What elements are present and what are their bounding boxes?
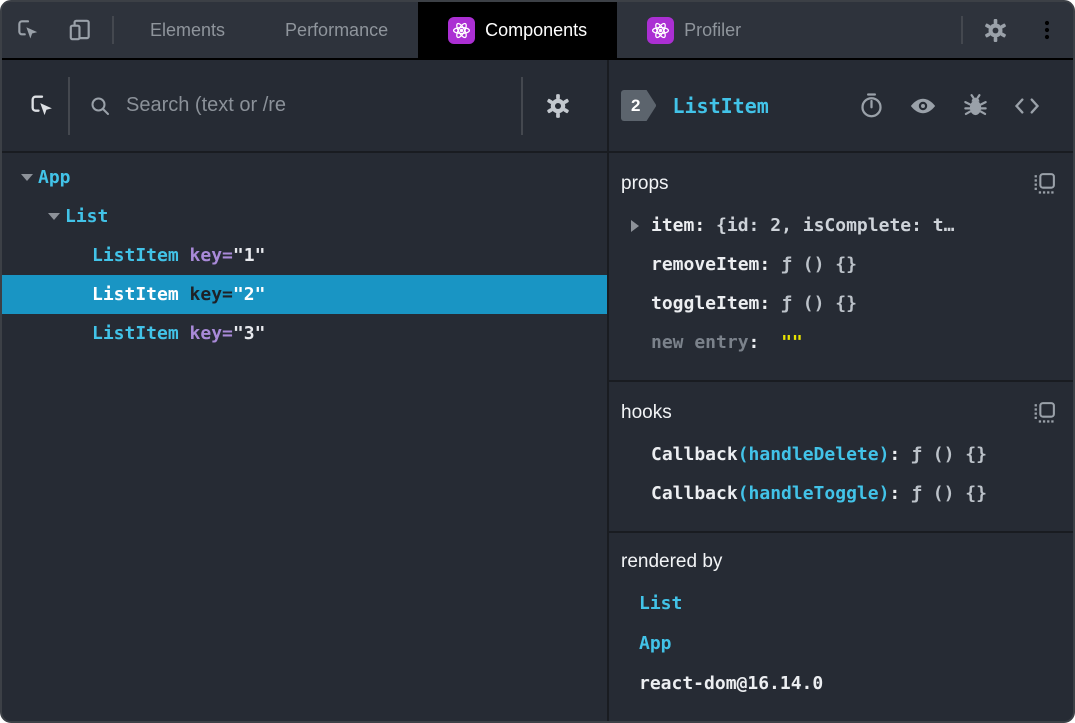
react-logo-icon — [448, 16, 476, 44]
tree-row-listitem-1[interactable]: ListItem key= "1" — [2, 236, 607, 275]
caret-down-icon[interactable] — [48, 213, 60, 220]
tree-row-list[interactable]: List — [2, 197, 607, 236]
tab-label: Performance — [285, 19, 389, 40]
kv-row[interactable]: item: {id: 2, isComplete: t… — [609, 206, 1073, 245]
kv-row[interactable]: toggleItem: ƒ () {} — [609, 284, 1073, 323]
tree-toolbar — [2, 60, 607, 153]
search-icon — [91, 97, 109, 115]
component-name: List — [65, 206, 109, 227]
copy-to-clipboard-icon[interactable] — [1032, 400, 1057, 425]
section-rendered-by: rendered by List App react-dom@16.14.0 — [609, 533, 1073, 721]
copy-to-clipboard-icon[interactable] — [1032, 171, 1057, 196]
toggle-device-toolbar-icon[interactable] — [54, 2, 106, 58]
tree-row-listitem-2[interactable]: ListItem key= "2" — [2, 275, 607, 314]
divider — [112, 16, 114, 44]
caret-down-icon[interactable] — [21, 174, 33, 181]
kv-row[interactable]: Callback (handleDelete): ƒ () {} — [609, 435, 1073, 474]
components-tree-panel: AppListListItem key="1"ListItem key="2"L… — [2, 60, 609, 721]
selection-index-badge: 2 — [621, 90, 657, 121]
react-logo-icon — [647, 16, 675, 44]
key-value: "2" — [232, 284, 266, 305]
section-props: props item: {id: 2, isComplete: t… remove… — [609, 153, 1073, 382]
kv-row[interactable]: Callback (handleToggle): ƒ () {} — [609, 474, 1073, 513]
divider — [961, 16, 963, 44]
eye-icon[interactable] — [897, 92, 949, 120]
key-attribute: key= — [189, 245, 233, 266]
view-source-icon[interactable] — [1001, 92, 1053, 120]
owner-link[interactable]: List — [609, 583, 1073, 623]
component-inspector-panel: 2 ListItem props item: {id: 2, isComple… — [609, 60, 1073, 721]
tab-profiler[interactable]: Profiler — [617, 2, 771, 58]
tab-performance[interactable]: Performance — [255, 2, 418, 58]
component-name: App — [38, 167, 71, 188]
component-tree: App List ListItem key= "1" ListItem key= "2" L… — [2, 153, 607, 721]
section-hooks: hooks Callback (handleDelete): ƒ () {} Cal… — [609, 382, 1073, 533]
component-name: ListItem — [92, 284, 179, 305]
component-name: ListItem — [92, 323, 179, 344]
inspector-header: 2 ListItem — [609, 60, 1073, 153]
owner-link[interactable]: App — [609, 623, 1073, 663]
kv-row[interactable]: new entry: "" — [609, 323, 1073, 362]
tab-strip: Elements Performance Components Profiler — [120, 2, 955, 58]
bug-icon[interactable] — [949, 92, 1001, 119]
key-value: "3" — [232, 323, 266, 344]
tab-label: Elements — [150, 19, 226, 40]
tree-row-listitem-3[interactable]: ListItem key= "3" — [2, 314, 607, 353]
tree-row-app[interactable]: App — [2, 158, 607, 197]
section-title: hooks — [621, 401, 672, 423]
settings-icon[interactable] — [969, 2, 1021, 58]
kv-row[interactable]: removeItem: ƒ () {} — [609, 245, 1073, 284]
tab-label: Profiler — [684, 19, 742, 40]
component-name: ListItem — [92, 245, 179, 266]
devtools-tab-bar: Elements Performance Components Profiler — [2, 2, 1073, 60]
key-value: "1" — [232, 245, 266, 266]
renderer-version: react-dom@16.14.0 — [639, 672, 824, 694]
inspector-sections: props item: {id: 2, isComplete: t… remove… — [609, 153, 1073, 721]
view-settings-icon[interactable] — [523, 92, 593, 120]
section-title: rendered by — [621, 551, 723, 572]
key-attribute: key= — [189, 284, 233, 305]
inspect-element-icon[interactable] — [2, 2, 54, 58]
expand-arrow-icon[interactable] — [631, 219, 639, 232]
react-devtools-window: Elements Performance Components Profiler — [0, 0, 1075, 723]
selected-component-title: ListItem — [672, 93, 769, 118]
section-title: props — [621, 172, 669, 194]
stopwatch-icon[interactable] — [845, 92, 897, 119]
tab-components[interactable]: Components — [418, 2, 618, 58]
tab-elements[interactable]: Elements — [120, 2, 255, 58]
select-element-icon[interactable] — [16, 92, 68, 120]
search-input[interactable] — [126, 94, 521, 117]
more-options-icon[interactable] — [1021, 2, 1073, 58]
key-attribute: key= — [189, 323, 233, 344]
tab-label: Components — [485, 19, 588, 40]
